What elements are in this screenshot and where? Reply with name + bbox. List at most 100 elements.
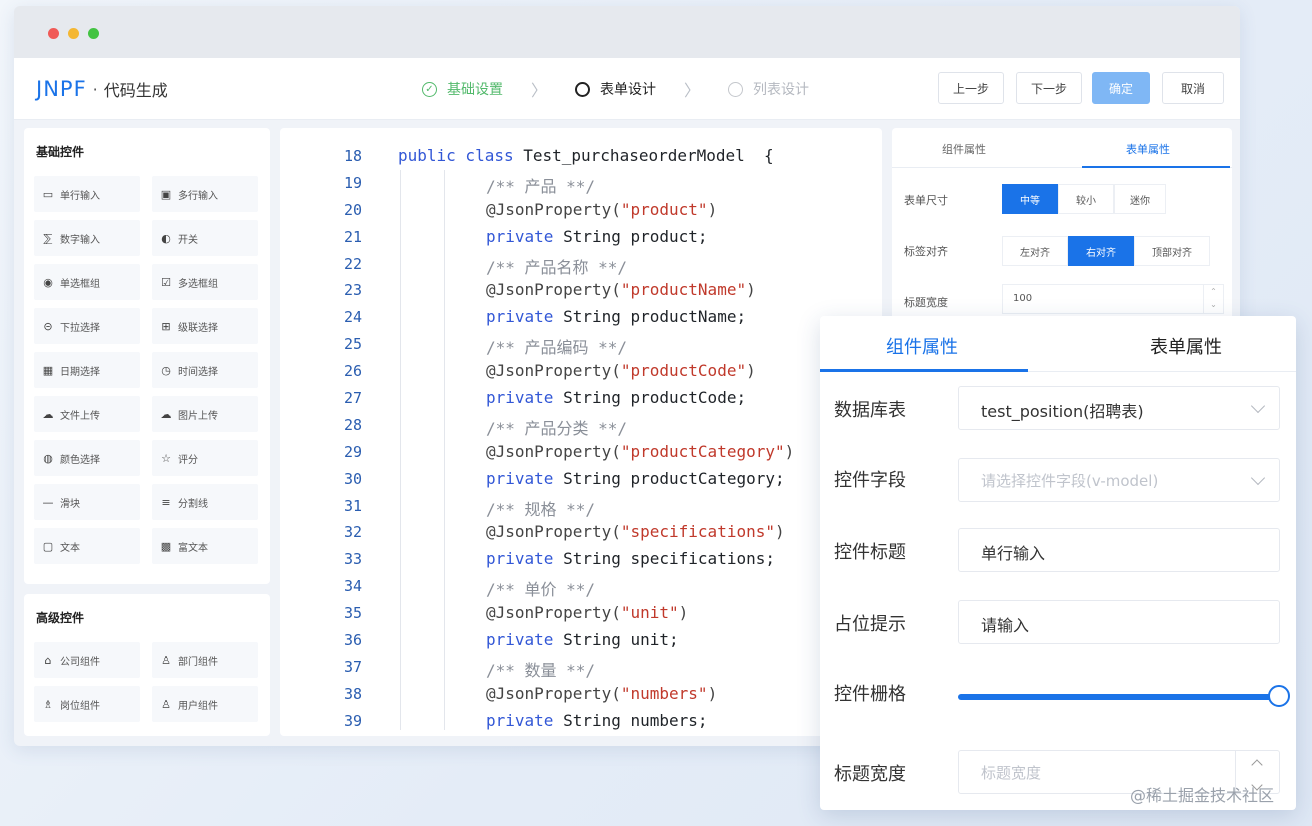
slider-icon: — xyxy=(42,495,54,509)
code-token: /** 产品分类 **/ xyxy=(486,418,628,438)
image-upload-icon: ☁ xyxy=(160,407,172,421)
palette-item[interactable]: ⊝ 下拉选择 xyxy=(34,308,140,344)
tab-component-properties[interactable]: 组件属性 xyxy=(886,333,958,359)
code-line: 29 @JsonProperty("productCategory") xyxy=(280,439,882,466)
database-table-label: 数据库表 xyxy=(834,400,906,421)
code-token: /** 产品 **/ xyxy=(486,176,596,196)
tab-component-properties[interactable]: 组件属性 xyxy=(942,141,986,157)
stepper-up-icon[interactable]: ⌃ xyxy=(1204,285,1223,298)
component-title-value: 单行输入 xyxy=(981,544,1046,563)
palette-item[interactable]: ▢ 文本 xyxy=(34,528,140,564)
code-token: String productCode; xyxy=(563,388,747,408)
code-token: ) xyxy=(784,441,795,461)
code-token: public class xyxy=(398,146,524,165)
window-titlebar xyxy=(14,6,1240,58)
palette-item[interactable]: ♗ 岗位组件 xyxy=(34,686,140,722)
align-option-right[interactable]: 右对齐 xyxy=(1068,236,1134,266)
code-text: /** 产品名称 **/ xyxy=(486,254,627,278)
line-number: 19 xyxy=(343,173,362,192)
number-stepper[interactable]: ⌃ ⌄ xyxy=(1203,285,1223,313)
palette-item[interactable]: ▭ 单行输入 xyxy=(34,176,140,212)
cancel-button[interactable]: 取消 xyxy=(1162,72,1224,104)
code-text: private String productCategory; xyxy=(486,469,785,488)
code-text: public class Test_purchaseorderModel { xyxy=(398,146,774,165)
next-step-button[interactable]: 下一步 xyxy=(1016,72,1082,104)
palette-item[interactable]: ☁ 图片上传 xyxy=(152,396,258,432)
minimize-window-dot[interactable] xyxy=(68,28,79,39)
size-option-small[interactable]: 较小 xyxy=(1058,184,1114,214)
position-icon: ♗ xyxy=(43,697,53,711)
circle-icon xyxy=(575,81,591,97)
palette-item[interactable]: ◉ 单选框组 xyxy=(34,264,140,300)
close-window-dot[interactable] xyxy=(48,28,59,39)
palette-item[interactable]: ♙ 部门组件 xyxy=(152,642,258,678)
code-line: 26 @JsonProperty("productCode") xyxy=(280,358,882,385)
brand: JNPF · 代码生成 xyxy=(36,76,168,102)
title-width-label: 标题宽度 xyxy=(834,764,906,785)
maximize-window-dot[interactable] xyxy=(88,28,99,39)
chevron-right-icon: 〉 xyxy=(531,81,548,100)
palette-item-label: 图片上传 xyxy=(178,410,218,422)
upload-icon: ☁ xyxy=(42,407,54,421)
align-option-left[interactable]: 左对齐 xyxy=(1002,236,1068,266)
line-number: 38 xyxy=(343,684,362,703)
code-text: private String product; xyxy=(486,227,708,246)
palette-item[interactable]: ☆ 评分 xyxy=(152,440,258,476)
code-text: private String productName; xyxy=(486,307,746,326)
code-text: @JsonProperty("product") xyxy=(486,200,717,219)
advanced-components-panel: 高级控件 ⌂ 公司组件 ♙ 部门组件 ♗ 岗位组件 ♙ 用户组件 xyxy=(24,594,270,736)
step-form-design[interactable]: 表单设计 xyxy=(575,79,656,99)
placeholder-input[interactable]: 请输入 xyxy=(958,600,1280,644)
line-number: 24 xyxy=(343,308,362,327)
line-number: 18 xyxy=(343,147,362,165)
code-token: String productName; xyxy=(563,307,747,327)
confirm-button[interactable]: 确定 xyxy=(1092,72,1150,104)
palette-item[interactable]: ♙ 用户组件 xyxy=(152,686,258,722)
database-table-select[interactable]: test_position(招聘表) xyxy=(958,386,1280,430)
code-text: @JsonProperty("unit") xyxy=(486,603,688,622)
palette-item[interactable]: — 滑块 xyxy=(34,484,140,520)
stepper-down-icon[interactable]: ⌄ xyxy=(1204,298,1223,311)
watermark: @稀土掘金技术社区 xyxy=(1130,786,1275,805)
step-basic-settings[interactable]: ✓ 基础设置 xyxy=(422,79,503,99)
align-option-top[interactable]: 顶部对齐 xyxy=(1134,236,1210,266)
grid-span-slider-track[interactable] xyxy=(958,694,1280,700)
select-icon: ⊝ xyxy=(43,319,53,333)
advanced-components-grid: ⌂ 公司组件 ♙ 部门组件 ♗ 岗位组件 ♙ 用户组件 xyxy=(34,642,258,722)
step-list-design[interactable]: 列表设计 xyxy=(728,79,809,99)
palette-item[interactable]: ⊞ 级联选择 xyxy=(152,308,258,344)
palette-item[interactable]: ☑ 多选框组 xyxy=(152,264,258,300)
company-icon: ⌂ xyxy=(44,653,52,667)
app-header: JNPF · 代码生成 ✓ 基础设置 〉 表单设计 〉 列表设计 上一步 下一步… xyxy=(14,58,1240,120)
palette-item[interactable]: ◐ 开关 xyxy=(152,220,258,256)
palette-item[interactable]: ▩ 富文本 xyxy=(152,528,258,564)
palette-item[interactable]: ⅀ 数字输入 xyxy=(34,220,140,256)
grid-span-slider-handle[interactable] xyxy=(1268,685,1290,707)
size-option-mini[interactable]: 迷你 xyxy=(1114,184,1166,214)
palette-item[interactable]: ◷ 时间选择 xyxy=(152,352,258,388)
tab-form-properties[interactable]: 表单属性 xyxy=(1150,333,1222,359)
active-tab-indicator xyxy=(820,369,1028,372)
palette-item[interactable]: ◍ 颜色选择 xyxy=(34,440,140,476)
component-title-input[interactable]: 单行输入 xyxy=(958,528,1280,572)
palette-item[interactable]: ≡ 分割线 xyxy=(152,484,258,520)
step-label: 列表设计 xyxy=(753,82,810,98)
palette-item[interactable]: ▣ 多行输入 xyxy=(152,176,258,212)
palette-item[interactable]: ⌂ 公司组件 xyxy=(34,642,140,678)
tab-form-properties[interactable]: 表单属性 xyxy=(1126,141,1170,157)
line-number: 35 xyxy=(343,604,362,623)
code-text: @JsonProperty("numbers") xyxy=(486,684,717,703)
step-wizard: ✓ 基础设置 〉 表单设计 〉 列表设计 xyxy=(422,76,809,102)
size-option-medium[interactable]: 中等 xyxy=(1002,184,1058,214)
user-icon: ♙ xyxy=(161,697,171,711)
code-token: String product; xyxy=(563,226,708,246)
code-editor[interactable]: 18 public class Test_purchaseorderModel {… xyxy=(280,128,882,736)
chevron-up-icon[interactable] xyxy=(1251,759,1263,771)
palette-item-label: 滑块 xyxy=(60,498,80,510)
palette-item[interactable]: ▦ 日期选择 xyxy=(34,352,140,388)
code-text: /** 数量 **/ xyxy=(486,657,595,681)
palette-item[interactable]: ☁ 文件上传 xyxy=(34,396,140,432)
prev-step-button[interactable]: 上一步 xyxy=(938,72,1004,104)
field-select[interactable]: 请选择控件字段(v-model) xyxy=(958,458,1280,502)
title-width-input[interactable]: 100 ⌃ ⌄ xyxy=(1002,284,1224,314)
